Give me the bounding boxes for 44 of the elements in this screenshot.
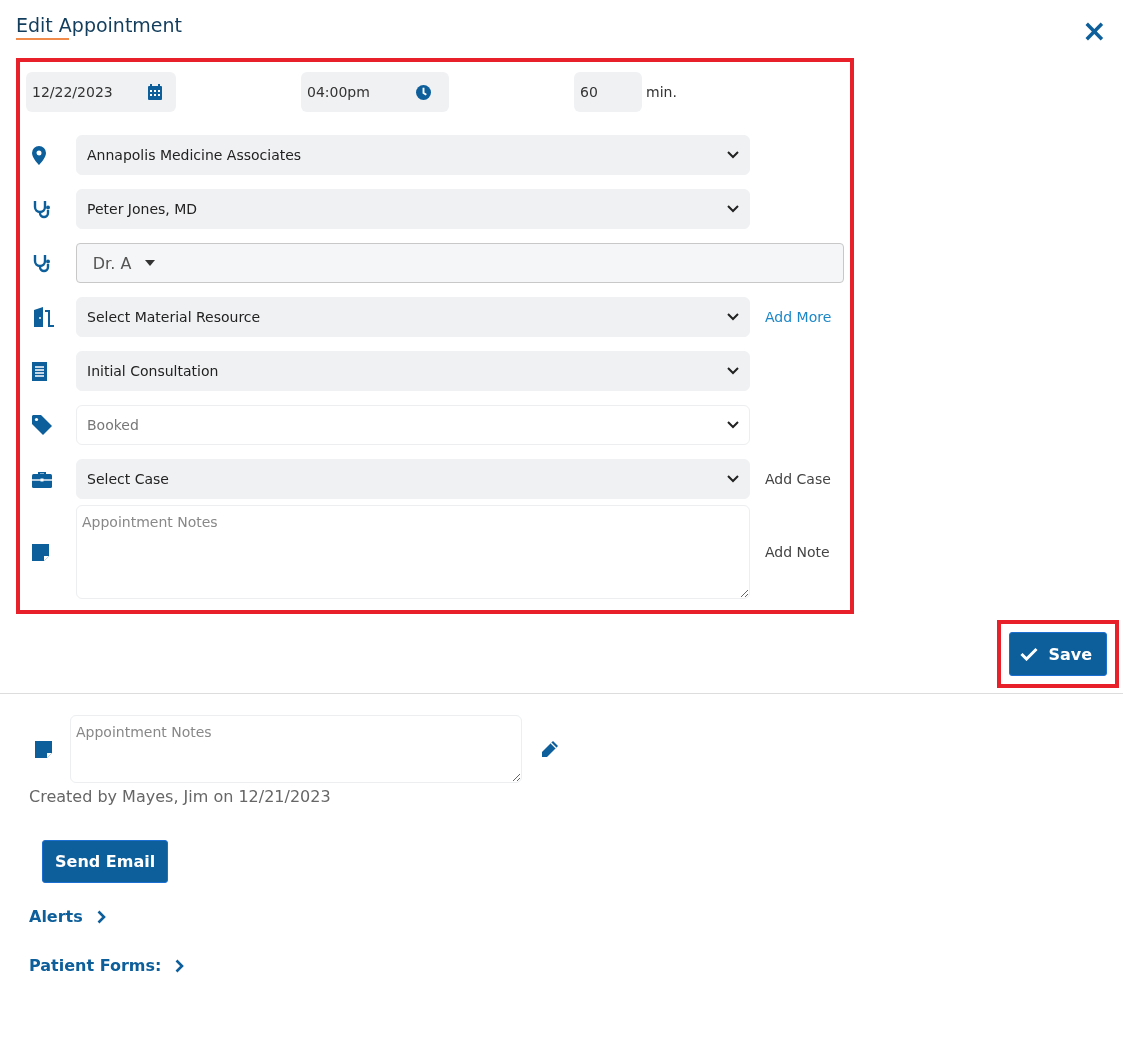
chevron-down-icon [727,421,739,429]
created-by-text: Created by Mayes, Jim on 12/21/2023 [29,787,331,806]
chevron-down-icon [727,313,739,321]
time-field[interactable]: 04:00pm [301,72,449,112]
send-email-button[interactable]: Send Email [42,840,169,883]
close-button[interactable]: × [1077,16,1111,46]
sticky-note-icon [35,740,52,758]
select-field[interactable]: Peter Jones, MD [76,189,750,229]
select-field[interactable]: Select Case [76,459,750,499]
location-pin-icon [32,145,46,165]
briefcase-icon [32,470,52,488]
section-toggle[interactable]: Alerts [29,907,106,926]
select-field[interactable]: Annapolis Medicine Associates [76,135,750,175]
select-field[interactable]: Initial Consultation [76,351,750,391]
clock-icon [416,84,431,100]
chevron-right-icon [96,909,106,924]
duration-field[interactable]: 60 [574,72,642,112]
door-icon [32,307,56,327]
stethoscope-icon [32,199,52,219]
stethoscope-icon [32,253,52,273]
date-field[interactable]: 12/22/2023 [26,72,176,112]
pencil-icon[interactable] [540,739,560,759]
save-button[interactable]: Save [1009,632,1107,676]
add-more-link[interactable]: Add More [765,309,832,325]
section-toggle[interactable]: Patient Forms: [29,956,185,975]
chevron-down-icon [727,151,739,159]
provider-dropdown[interactable]: Dr. A [75,243,844,283]
tag-icon [32,415,52,435]
calendar-icon [148,84,162,100]
sticky-note-icon [32,543,49,561]
receipt-icon [32,361,47,381]
dialog-title: Edit Appointment [16,14,183,43]
chevron-down-icon [727,475,739,483]
chevron-right-icon [175,958,185,973]
notes-field[interactable]: Appointment Notes [76,505,750,599]
checkmark-icon [1020,647,1039,661]
duration-unit: min. [646,84,677,100]
select-field[interactable]: Select Material Resource [76,297,750,337]
chevron-down-icon [727,205,739,213]
caret-icon [145,260,156,266]
chevron-down-icon [727,367,739,375]
notes-field[interactable]: Appointment Notes [70,715,522,783]
add-button[interactable]: Add Note [765,544,830,560]
add-button[interactable]: Add Case [765,471,831,487]
